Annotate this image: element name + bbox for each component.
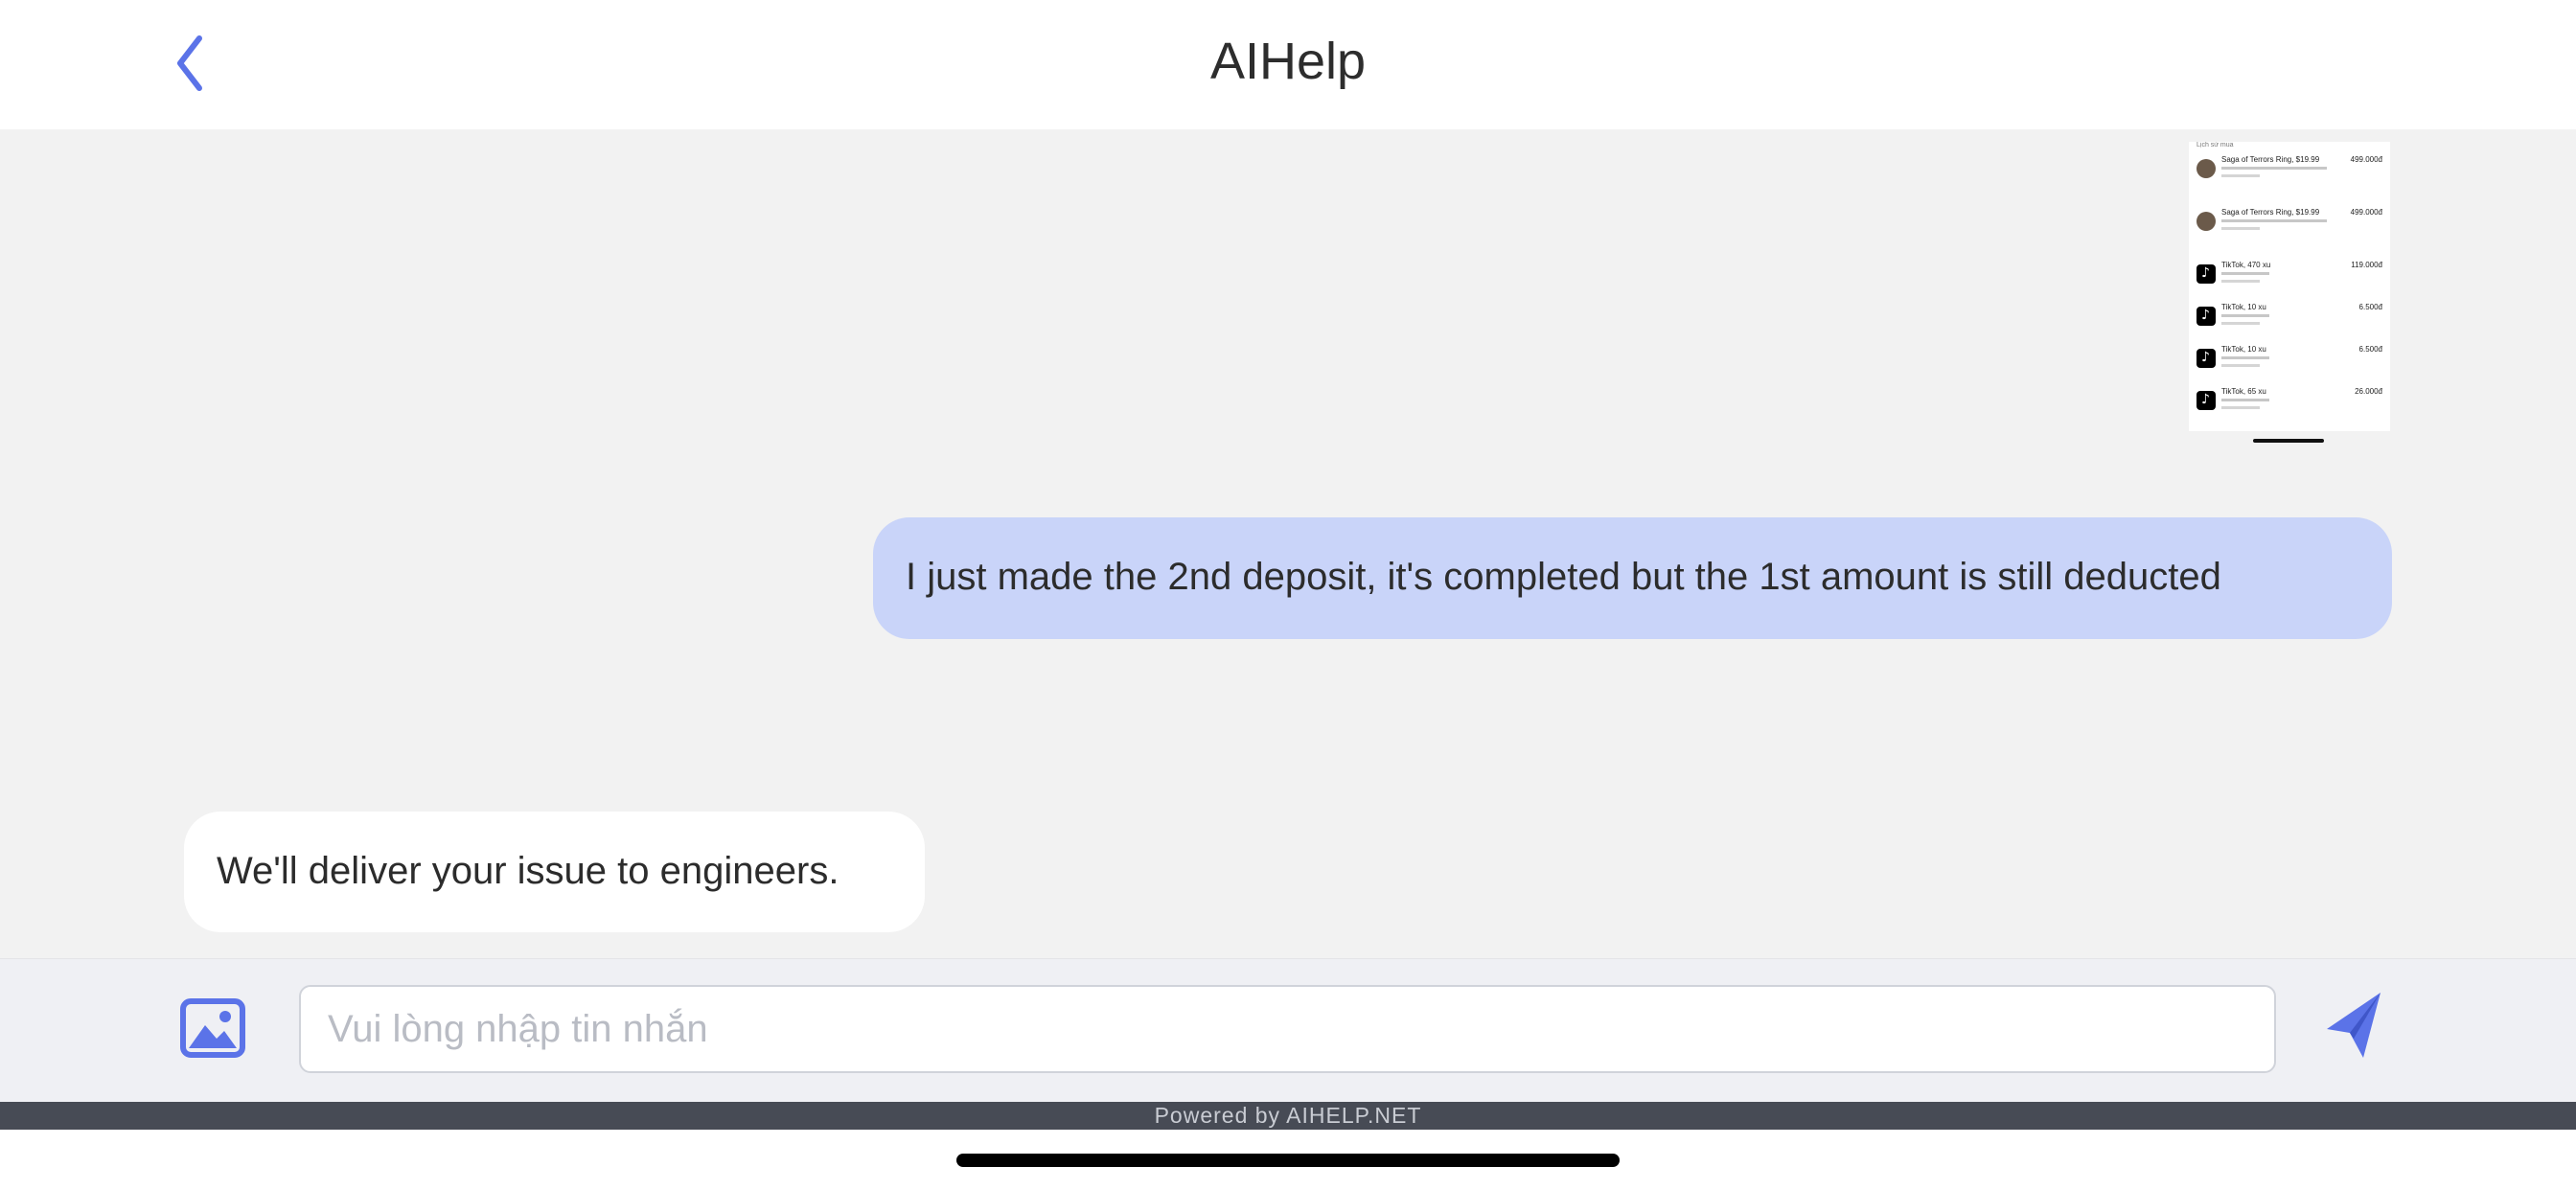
- purchase-detail-line: [2221, 399, 2269, 401]
- home-indicator[interactable]: [956, 1154, 1620, 1167]
- thumbnail-heading: Lịch sử mua: [2196, 142, 2234, 149]
- purchase-row: TikTok, 10 xu 6.500đ: [2195, 299, 2384, 337]
- purchase-title: Saga of Terrors Ring, $19.99: [2221, 155, 2320, 164]
- purchase-detail-line: [2221, 406, 2260, 409]
- purchase-row: TikTok, 470 xu 119.000đ: [2195, 257, 2384, 295]
- purchase-price: 6.500đ: [2358, 345, 2382, 354]
- purchase-detail-line: [2221, 322, 2260, 325]
- bot-message-bubble[interactable]: We'll deliver your issue to engineers.: [184, 812, 925, 932]
- tiktok-icon: [2196, 264, 2216, 284]
- purchase-price: 499.000đ: [2350, 155, 2382, 164]
- page-title: AIHelp: [1209, 33, 1367, 90]
- purchase-detail-line: [2221, 219, 2327, 222]
- purchase-title: TikTok, 470 xu: [2221, 261, 2271, 269]
- purchase-detail-line: [2221, 272, 2269, 275]
- composer-bar: [0, 958, 2576, 1102]
- tiktok-icon: [2196, 391, 2216, 410]
- image-icon: [180, 998, 245, 1058]
- purchase-detail-line: [2221, 174, 2260, 177]
- powered-by-bar: Powered by AIHELP.NET: [0, 1102, 2576, 1130]
- user-message-bubble[interactable]: I just made the 2nd deposit, it's comple…: [873, 517, 2392, 639]
- image-message-thumbnail[interactable]: Lịch sử mua Saga of Terrors Ring, $19.99…: [2189, 142, 2390, 431]
- game-avatar-icon: [2196, 159, 2216, 178]
- purchase-title: TikTok, 65 xu: [2221, 387, 2266, 396]
- purchase-row: Saga of Terrors Ring, $19.99 499.000đ: [2195, 151, 2384, 190]
- purchase-row: TikTok, 10 xu 6.500đ: [2195, 341, 2384, 379]
- tiktok-icon: [2196, 307, 2216, 326]
- purchase-row: TikTok, 65 xu 26.000đ: [2195, 383, 2384, 422]
- purchase-detail-line: [2221, 280, 2260, 283]
- attach-image-button[interactable]: [180, 998, 245, 1058]
- purchase-price: 119.000đ: [2351, 261, 2382, 269]
- purchase-row: Saga of Terrors Ring, $19.99 499.000đ: [2195, 204, 2384, 242]
- send-button[interactable]: [2325, 991, 2384, 1060]
- bottom-safe-area: [0, 1130, 2576, 1190]
- powered-by-text: Powered by AIHELP.NET: [1154, 1103, 1422, 1128]
- purchase-price: 6.500đ: [2358, 303, 2382, 311]
- tiktok-icon: [2196, 349, 2216, 368]
- purchase-detail-line: [2221, 364, 2260, 367]
- purchase-price: 499.000đ: [2350, 208, 2382, 217]
- purchase-title: TikTok, 10 xu: [2221, 345, 2266, 354]
- message-input[interactable]: [299, 985, 2276, 1073]
- purchase-detail-line: [2221, 356, 2269, 359]
- game-avatar-icon: [2196, 212, 2216, 231]
- thumbnail-home-indicator: [2253, 439, 2324, 443]
- purchase-detail-line: [2221, 167, 2327, 170]
- purchase-title: Saga of Terrors Ring, $19.99: [2221, 208, 2320, 217]
- send-icon: [2327, 993, 2380, 1058]
- purchase-detail-line: [2221, 314, 2269, 317]
- purchase-price: 26.000đ: [2355, 387, 2382, 396]
- header: AIHelp: [0, 0, 2576, 129]
- purchase-title: TikTok, 10 xu: [2221, 303, 2266, 311]
- purchase-detail-line: [2221, 227, 2260, 230]
